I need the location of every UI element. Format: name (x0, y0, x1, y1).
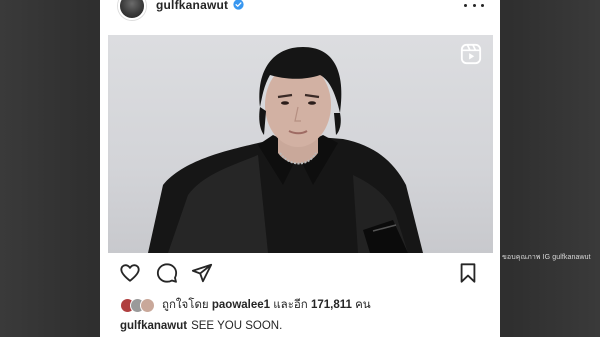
verified-badge-icon (233, 0, 244, 10)
liker-avatar[interactable] (140, 297, 155, 313)
send-icon[interactable] (191, 262, 213, 284)
more-options-button[interactable] (464, 0, 484, 10)
likes-row: ถูกใจโดย paowalee1 และอีก 171,811 คน (120, 296, 490, 314)
comment-icon[interactable] (156, 262, 178, 284)
heart-icon[interactable] (119, 262, 141, 284)
post-caption: gulfkanawut SEE YOU SOON. (120, 320, 282, 332)
post-username[interactable]: gulfkanawut (156, 0, 228, 12)
post-header: gulfkanawut (100, 0, 500, 30)
caption-username[interactable]: gulfkanawut (120, 320, 187, 332)
likes-connector: และอีก (273, 299, 308, 311)
instagram-post-card: gulfkanawut ถูกใจโดย paowalee1 และอีก 17… (100, 0, 500, 337)
likes-text: ถูกใจโดย paowalee1 และอีก 171,811 คน (162, 296, 371, 314)
likes-suffix: คน (355, 299, 371, 311)
post-photo[interactable] (108, 35, 493, 253)
reels-icon (460, 43, 482, 65)
likes-count[interactable]: 171,811 (311, 299, 352, 311)
bookmark-icon[interactable] (457, 262, 479, 284)
photo-credit-watermark: ขอบคุณภาพ IG gulfkanawut (502, 254, 591, 261)
likes-prefix: ถูกใจโดย (162, 299, 209, 311)
avatar[interactable] (118, 0, 146, 20)
liker-username[interactable]: paowalee1 (212, 299, 270, 311)
portrait-photo (148, 47, 423, 253)
caption-text: SEE YOU SOON. (191, 320, 283, 332)
more-horizontal-icon (464, 3, 467, 7)
post-actions (100, 262, 500, 288)
